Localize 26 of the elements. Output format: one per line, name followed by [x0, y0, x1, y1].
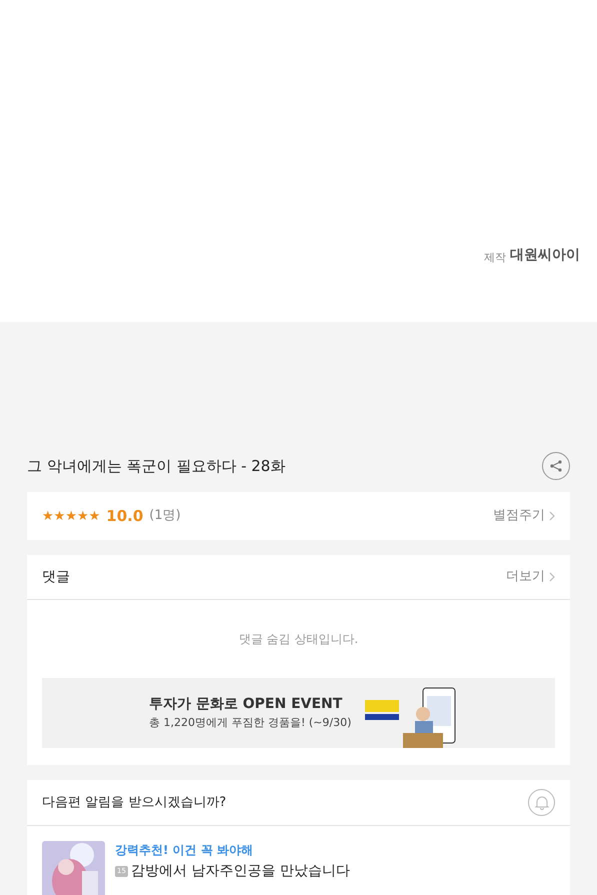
star-icon: ★: [88, 510, 100, 522]
rate-link[interactable]: 별점주기: [493, 506, 555, 526]
webtoon-title[interactable]: 감방에서 남자주인공을 만났습니다: [130, 861, 350, 882]
star-icon: ★: [54, 510, 66, 522]
hidden-notice: 댓글 숨김 상태입니다.: [238, 631, 358, 648]
chevron-icon: [549, 511, 555, 521]
alert-question: 다음편 알림을 받으시겠습니까?: [42, 794, 226, 812]
bell-icon: [534, 795, 548, 810]
rating-score: 10.0: [106, 506, 144, 527]
studio-name: 대원씨아이: [510, 246, 580, 265]
ad-headline: 투자가 문화로 OPEN EVENT: [149, 695, 344, 714]
comments-title: 댓글: [42, 568, 70, 586]
episode-title: 그 악녀에게는 폭군이 필요하다 - 28화: [27, 456, 286, 477]
more-link[interactable]: 더보기: [506, 567, 555, 587]
alert-toggle[interactable]: [528, 789, 555, 816]
star-icon: ★: [42, 510, 54, 522]
star-icon: ★: [65, 510, 77, 522]
ad-banner[interactable]: 투자가 문화로 OPEN EVENT 총 1,220명에게 푸짐한 경품을! (~9/30): [42, 678, 555, 748]
share-button[interactable]: [542, 452, 570, 480]
rating-count: (1명): [149, 507, 181, 526]
recommendation-tagline: 강력추천! 이건 꼭 봐야해: [115, 842, 254, 859]
ad-subline: 총 1,220명에게 푸짐한 경품을! (~9/30): [149, 715, 352, 732]
chevron-icon: [549, 572, 555, 582]
credit-label: 제작: [484, 250, 506, 266]
star-icon: ★: [76, 510, 89, 522]
share-icon: [549, 459, 563, 473]
